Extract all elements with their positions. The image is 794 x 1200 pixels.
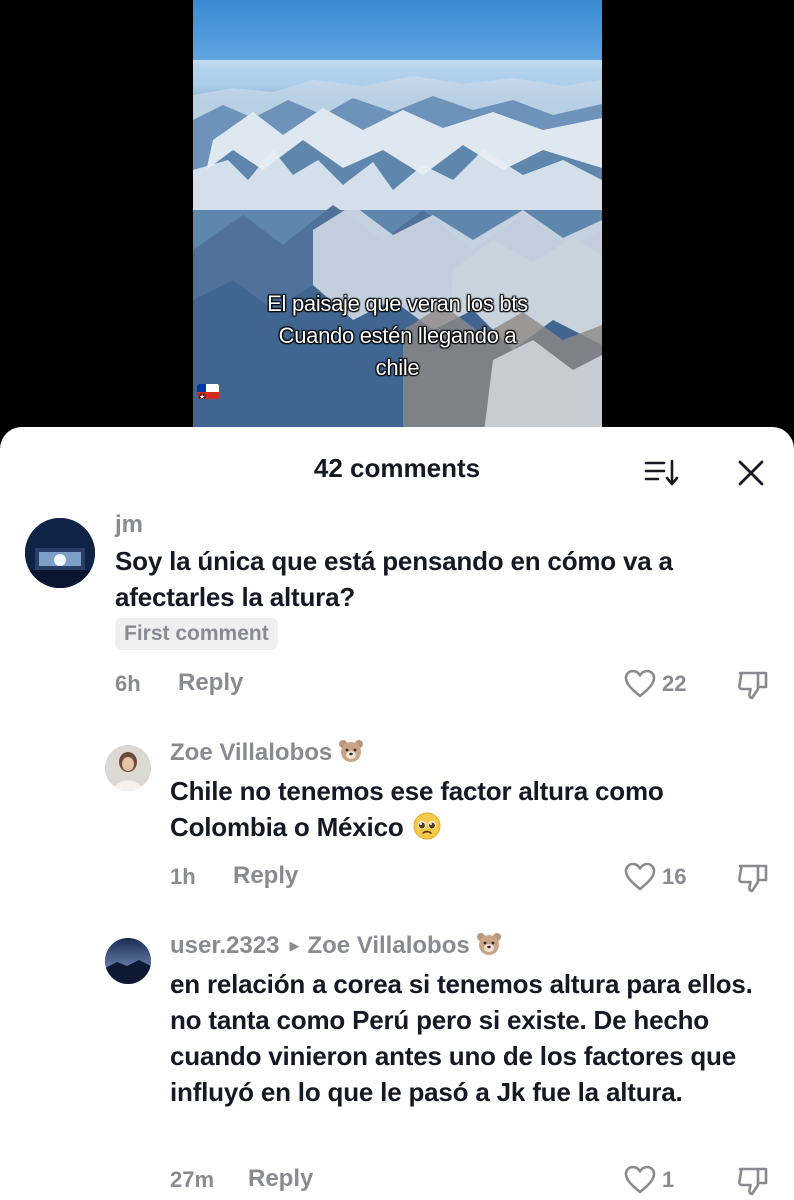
comment-time: 6h (115, 671, 141, 696)
reply-button[interactable]: Reply (248, 1165, 313, 1193)
reply-username[interactable]: Zoe Villalobos (170, 739, 364, 770)
like-button[interactable]: 22 (624, 669, 686, 699)
reply-button[interactable]: Reply (233, 862, 298, 890)
like-count: 16 (662, 864, 687, 889)
reply-text: Chile no tenemos ese factor altura como … (170, 773, 770, 850)
chile-flag-icon: ★ (197, 384, 219, 399)
caption-line-1: El paisaje que veran los bts (267, 291, 528, 316)
sort-icon[interactable] (644, 458, 680, 488)
comments-sheet: 42 comments jm Soy la única que está pen… (0, 427, 794, 1200)
reply-username[interactable]: user.2323 ▶ Zoe Villalobos (170, 932, 502, 963)
dislike-icon[interactable] (736, 1164, 770, 1198)
dislike-icon[interactable] (736, 668, 770, 702)
comment-username[interactable]: jm (115, 511, 143, 539)
avatar[interactable] (105, 745, 151, 791)
caption-line-2: Cuando estén llegando a (278, 323, 517, 348)
heart-icon (624, 862, 656, 891)
video-frame[interactable]: El paisaje que veran los bts Cuando esté… (193, 0, 602, 440)
avatar[interactable] (105, 938, 151, 984)
like-count: 22 (662, 671, 687, 696)
reply-to-username[interactable]: Zoe Villalobos (307, 932, 469, 959)
reply-time: 1h (170, 864, 196, 889)
dislike-icon[interactable] (736, 861, 770, 895)
like-button[interactable]: 16 (624, 862, 686, 892)
close-icon[interactable] (736, 458, 766, 488)
avatar[interactable] (25, 518, 95, 588)
bear-face-icon (476, 932, 502, 963)
caption-line-3: chile ★ (197, 355, 420, 399)
pleading-face-icon (412, 811, 442, 850)
video-caption: El paisaje que veran los bts Cuando esté… (193, 288, 602, 399)
reply-text: en relación a corea si tenemos altura pa… (170, 969, 753, 1107)
bear-face-icon (338, 739, 364, 770)
like-count: 1 (662, 1167, 675, 1192)
reply-time: 27m (170, 1167, 215, 1192)
heart-icon (624, 669, 656, 698)
reply-arrow-icon: ▶ (289, 938, 300, 953)
like-button[interactable]: 1 (624, 1165, 674, 1195)
comment-text: Soy la única que está pensando en cómo v… (115, 546, 673, 612)
heart-icon (624, 1165, 656, 1194)
reply-button[interactable]: Reply (178, 669, 243, 697)
first-comment-badge: First comment (115, 618, 278, 650)
